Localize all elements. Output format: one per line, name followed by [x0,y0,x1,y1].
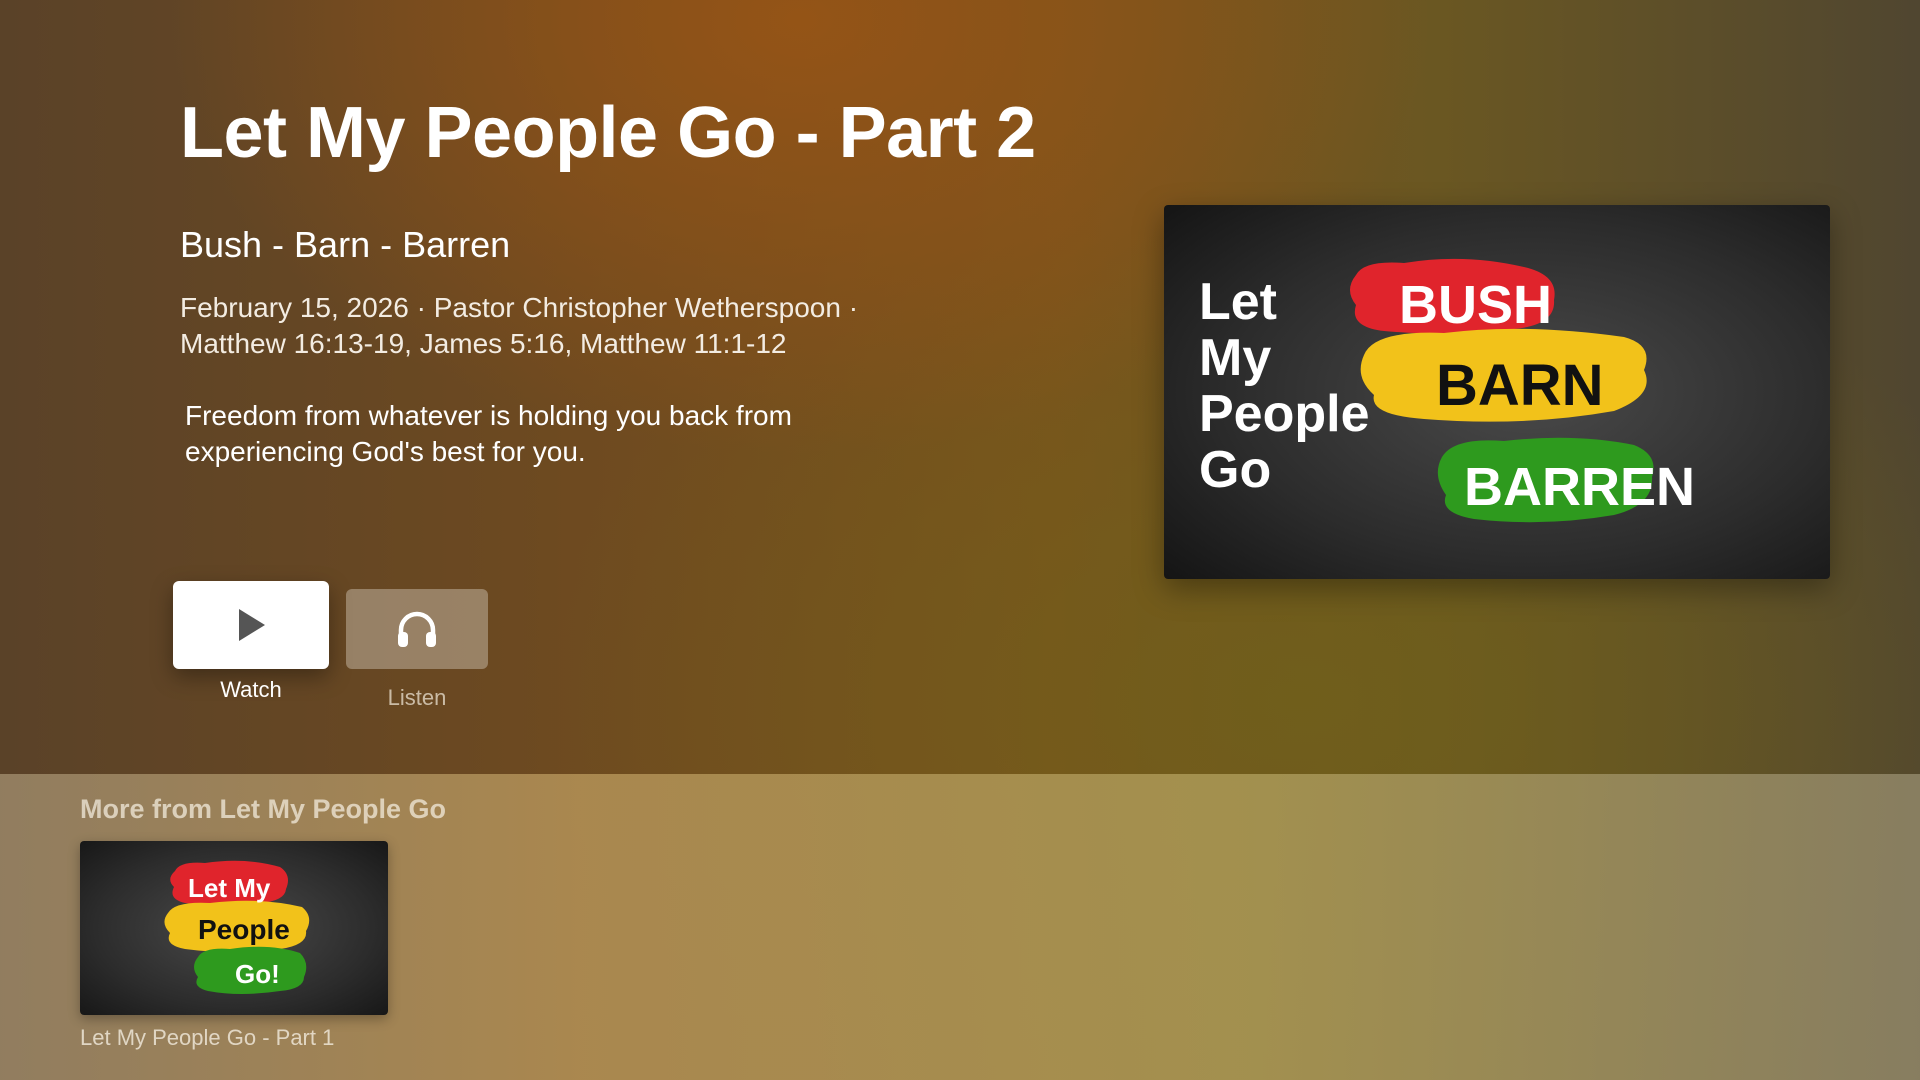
listen-action[interactable]: Listen [346,589,488,711]
art-word-bush: BUSH [1399,275,1552,335]
shelf-item-thumbnail[interactable]: Let My People Go! [80,841,388,1015]
sermon-artwork: Let My People Go BUSH BARN BARREN [1164,205,1830,579]
sermon-artwork-graphic: Let My People Go BUSH BARN BARREN [1164,205,1830,579]
art-word-go: Go [1199,441,1271,499]
watch-button[interactable] [173,581,329,669]
sermon-meta-date-speaker: February 15, 2026 · Pastor Christopher W… [180,292,859,323]
listen-label: Listen [387,685,447,710]
sermon-meta-scriptures: Matthew 16:13-19, James 5:16, Matthew 11… [180,328,787,359]
page-title: Let My People Go - Part 2 [180,93,1036,173]
sermon-description: Freedom from whatever is holding you bac… [185,400,792,467]
shelf-item-label: Let My People Go - Part 1 [80,1025,335,1050]
shelf-item-part-1[interactable]: Let My People Go! Let My People Go - Par… [80,841,388,1051]
shelf-heading: More from Let My People Go [80,794,447,824]
sermon-meta: February 15, 2026 · Pastor Christopher W… [180,290,940,362]
headphones-icon [398,611,436,647]
thumb-text-people: People [198,914,290,945]
part-1-artwork: Let My People Go! [80,841,388,1015]
thumb-text-go: Go! [235,959,280,989]
art-word-let: Let [1199,273,1277,331]
art-word-my: My [1199,329,1271,387]
art-word-people: People [1199,385,1370,443]
watch-action[interactable]: Watch [173,581,329,703]
listen-button[interactable] [346,589,488,669]
art-word-barn: BARN [1436,353,1604,418]
more-from-series-shelf: More from Let My People Go Let My People… [0,774,1920,1080]
thumb-text-let-my: Let My [188,873,271,903]
art-word-barren: BARREN [1464,457,1695,517]
sermon-detail-screen: Let My People Go - Part 2 Bush - Barn - … [0,0,1920,1080]
watch-label: Watch [220,677,282,702]
sermon-subtitle: Bush - Barn - Barren [180,224,511,265]
play-icon [239,609,265,641]
